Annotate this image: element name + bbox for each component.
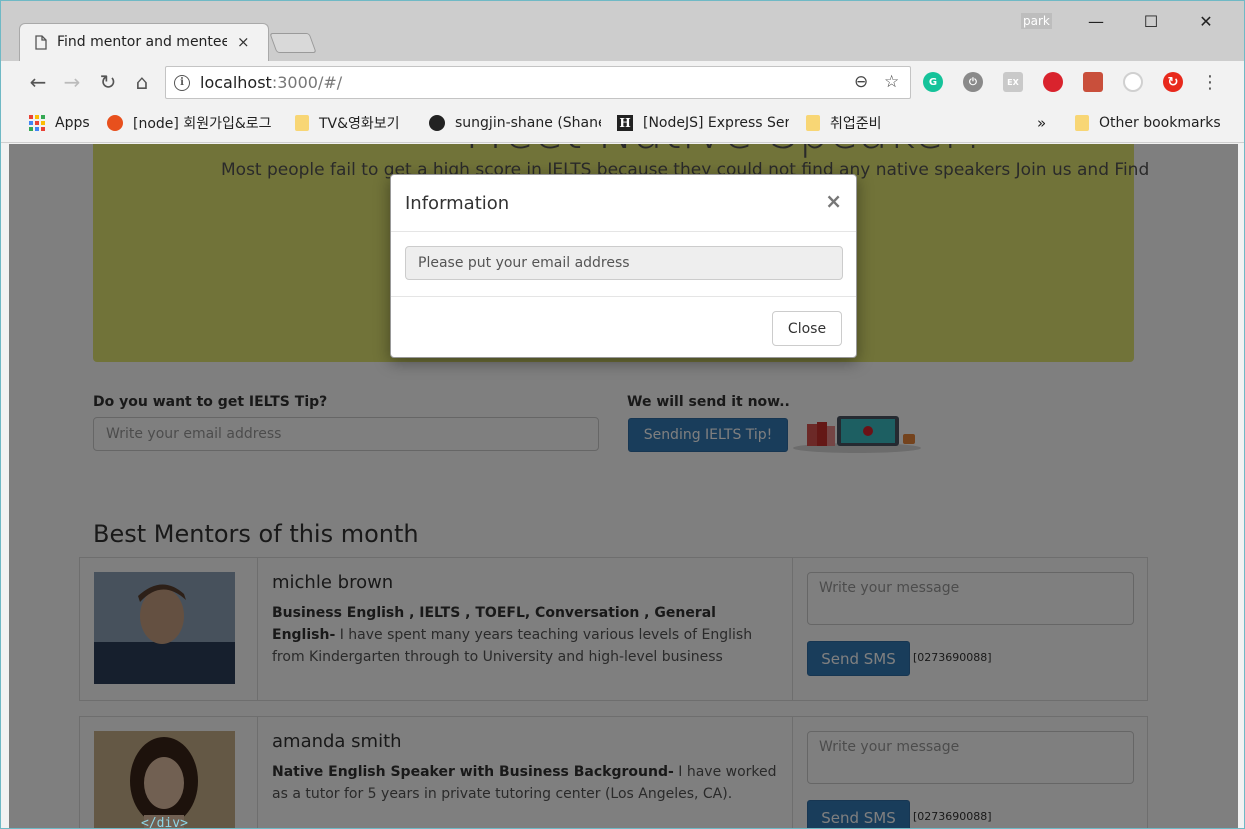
new-tab-button[interactable] — [269, 33, 317, 53]
grammarly-icon[interactable]: G — [923, 72, 943, 92]
bookmark-label: TV&영화보기 — [319, 116, 400, 132]
browser-toolbar: ← → ↻ ⌂ i localhost:3000/#/ ⊖ ☆ G ⏻ EX ↻… — [1, 61, 1244, 103]
ex-icon[interactable]: EX — [1003, 72, 1023, 92]
modal-title: Information — [405, 193, 510, 214]
folder-icon — [1075, 115, 1089, 131]
h-logo-icon: H — [617, 115, 633, 131]
editor-code-peek: </div> — [141, 816, 188, 829]
bookmark-job-folder[interactable]: 취업준비 — [806, 113, 882, 133]
fire-icon — [107, 115, 123, 131]
bookmark-label: Apps — [55, 115, 90, 131]
information-modal: Information × Please put your email addr… — [390, 174, 857, 358]
bookmark-label: [node] 회원가입&로그 — [133, 116, 272, 132]
address-bar[interactable]: i localhost:3000/#/ ⊖ ☆ — [165, 66, 911, 99]
bookmarks-overflow-chevron-icon[interactable]: » — [1037, 113, 1046, 133]
red-ball-icon[interactable] — [1043, 72, 1063, 92]
modal-close-icon[interactable]: × — [825, 189, 842, 213]
title-bar: Find mentor and mentee × park — ☐ ✕ — [1, 1, 1244, 61]
apps-grid-icon — [29, 115, 45, 131]
minimize-button[interactable]: — — [1073, 7, 1119, 35]
forward-button[interactable]: → — [59, 69, 85, 95]
bookmark-nodejs-express[interactable]: H [NodeJS] Express Serv — [617, 113, 789, 133]
bookmark-label: [NodeJS] Express Serv — [643, 115, 789, 131]
bug-icon[interactable] — [1083, 72, 1103, 92]
maximize-button[interactable]: ☐ — [1128, 7, 1174, 35]
modal-body: Please put your email address — [391, 232, 856, 296]
zoom-icon[interactable]: ⊖ — [854, 72, 868, 92]
home-button[interactable]: ⌂ — [129, 69, 155, 95]
profile-user-label[interactable]: park — [1021, 13, 1052, 29]
modal-close-button[interactable]: Close — [772, 311, 842, 346]
browser-menu-icon[interactable]: ⋮ — [1197, 69, 1223, 95]
bookmarks-bar: Apps [node] 회원가입&로그 TV&영화보기 sungjin-shan… — [1, 103, 1244, 143]
bookmark-label: sungjin-shane (Shane — [455, 115, 601, 131]
other-bookmarks[interactable]: Other bookmarks — [1075, 113, 1221, 133]
active-tab-content[interactable]: Find mentor and mentee × — [19, 23, 269, 61]
page-viewport: Meet Native Speaker! Most people fail to… — [9, 144, 1238, 828]
bookmark-label: Other bookmarks — [1099, 115, 1221, 131]
bookmark-node-signup[interactable]: [node] 회원가입&로그 — [107, 113, 293, 133]
github-icon — [429, 115, 445, 131]
folder-icon — [295, 115, 309, 131]
reload-button[interactable]: ↻ — [95, 69, 121, 95]
modal-header: Information × — [391, 175, 856, 232]
url-text: localhost:3000/#/ — [200, 73, 343, 92]
page-icon — [35, 34, 47, 50]
tab-close-icon[interactable]: × — [237, 33, 250, 51]
bookmark-tv-folder[interactable]: TV&영화보기 — [295, 113, 400, 133]
modal-message: Please put your email address — [405, 246, 843, 280]
close-window-button[interactable]: ✕ — [1183, 7, 1229, 35]
bookmark-github[interactable]: sungjin-shane (Shane — [429, 113, 601, 133]
folder-icon — [806, 115, 820, 131]
bookmark-apps[interactable]: Apps — [29, 113, 90, 133]
browser-window: Find mentor and mentee × park — ☐ ✕ ← → … — [0, 0, 1245, 829]
back-button[interactable]: ← — [25, 69, 51, 95]
modal-footer: Close — [391, 296, 856, 359]
tab-title: Find mentor and mentee — [57, 34, 227, 50]
bookmark-star-icon[interactable]: ☆ — [884, 72, 899, 92]
bookmark-label: 취업준비 — [830, 116, 882, 132]
target-icon[interactable] — [1123, 72, 1143, 92]
sync-icon[interactable]: ↻ — [1163, 72, 1183, 92]
site-info-icon[interactable]: i — [174, 74, 190, 91]
power-icon[interactable]: ⏻ — [963, 72, 983, 92]
